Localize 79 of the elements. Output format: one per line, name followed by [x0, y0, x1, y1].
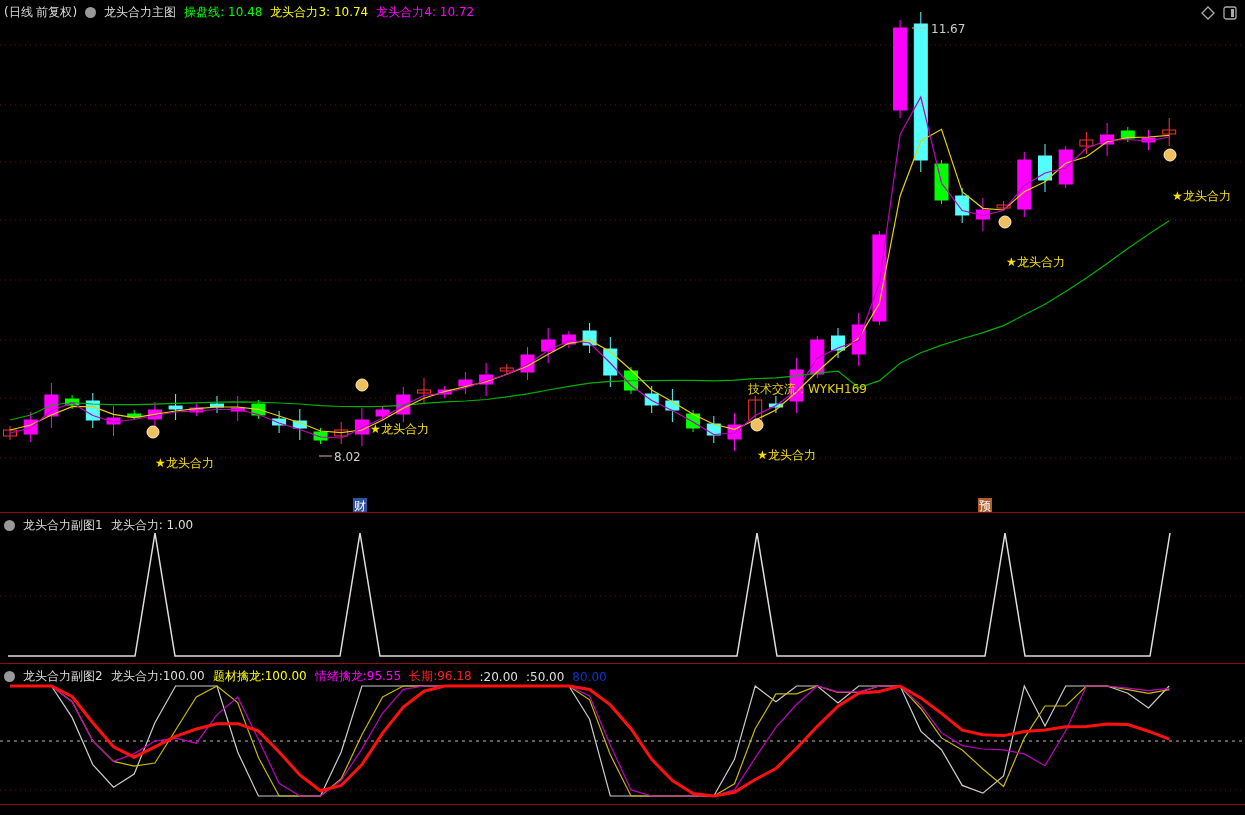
candlestick — [520, 346, 535, 381]
candlestick — [603, 336, 618, 388]
candlestick — [210, 395, 224, 414]
candlestick — [831, 327, 845, 359]
candlestick — [768, 395, 783, 414]
candlestick — [1120, 126, 1135, 143]
candlestick — [851, 312, 866, 367]
signal-label: ★龙头合力 — [757, 448, 816, 462]
candlestick — [1079, 131, 1094, 155]
candlestick — [996, 200, 1011, 211]
candlestick — [561, 330, 576, 349]
candlestick — [251, 399, 266, 420]
legend-item: 80.00 — [572, 669, 607, 684]
candlestick — [334, 421, 349, 445]
high-price-label: 11.67 — [911, 22, 966, 36]
collapse-icon[interactable] — [85, 7, 97, 18]
collapse-icon[interactable] — [4, 671, 15, 682]
candlestick — [189, 403, 204, 417]
legend-item: 操盘线: 10.48 — [184, 4, 263, 21]
window-icon[interactable] — [1223, 6, 1237, 20]
candlestick — [644, 385, 659, 414]
candlestick — [975, 197, 990, 232]
candlestick — [230, 395, 245, 422]
legend-item: 龙头合力4: 10.72 — [376, 4, 475, 21]
candlestick — [437, 385, 452, 399]
legend-item: :50.00 — [525, 669, 565, 684]
candlestick — [582, 322, 597, 354]
candlestick — [168, 393, 183, 421]
indicator-name: 龙头合力副图1 — [23, 517, 103, 534]
candlestick — [665, 388, 680, 423]
candlestick — [106, 405, 121, 437]
candlestick — [44, 382, 59, 429]
diamond-icon[interactable] — [1201, 6, 1215, 20]
candlestick — [1162, 117, 1177, 147]
period-label: (日线 前复权) — [4, 4, 78, 21]
low-price-label: 8.02 — [318, 450, 361, 464]
event-tag: 财 — [353, 498, 367, 512]
signal-label: ★龙头合力 — [1006, 255, 1065, 269]
legend-item: 龙头合力: 1.00 — [110, 517, 194, 534]
candlestick — [292, 408, 307, 441]
candlestick — [706, 415, 721, 444]
candlestick — [3, 425, 17, 441]
candlestick — [313, 427, 328, 445]
candlestick — [686, 409, 701, 433]
candlestick — [479, 362, 494, 397]
indicator-name: 龙头合力副图2 — [23, 668, 103, 685]
candlestick — [934, 159, 949, 205]
legend-item: 龙头合力:100.00 — [110, 668, 205, 685]
candlestick — [417, 377, 431, 404]
candlestick — [458, 371, 473, 395]
candlestick — [727, 412, 742, 452]
candlestick — [272, 410, 287, 434]
signal-label: ★龙头合力 — [370, 422, 429, 436]
signal-label: ★龙头合力 — [155, 456, 214, 470]
legend-item: 龙头合力3: 10.74 — [270, 4, 369, 21]
signal-label: ★龙头合力 — [1172, 189, 1231, 203]
candlestick — [127, 409, 142, 420]
legend-item: 情绪擒龙:95.55 — [314, 668, 402, 685]
legend-item: 题材擒龙:100.00 — [212, 668, 307, 685]
candlestick — [1100, 122, 1115, 157]
indicator-name: 龙头合力主图 — [104, 4, 177, 21]
candlestick — [1038, 143, 1052, 193]
legend-item: :20.00 — [479, 669, 518, 684]
event-tag: 预 — [978, 498, 992, 512]
candlestick — [85, 392, 100, 429]
candlestick — [23, 411, 38, 443]
collapse-icon[interactable] — [4, 520, 15, 531]
candlestick — [499, 363, 514, 376]
candlestick — [1058, 145, 1073, 189]
candlestick — [65, 394, 80, 410]
candlestick — [955, 187, 970, 224]
candlestick — [1141, 129, 1156, 151]
candlestick — [354, 407, 369, 447]
candlestick — [1017, 151, 1032, 218]
candlestick — [624, 366, 638, 395]
candlestick — [541, 327, 556, 364]
legend-item: 长期:96.18 — [409, 668, 472, 685]
contact-text: 技术交流：WYKH169 — [748, 382, 867, 396]
candlestick — [396, 386, 411, 423]
